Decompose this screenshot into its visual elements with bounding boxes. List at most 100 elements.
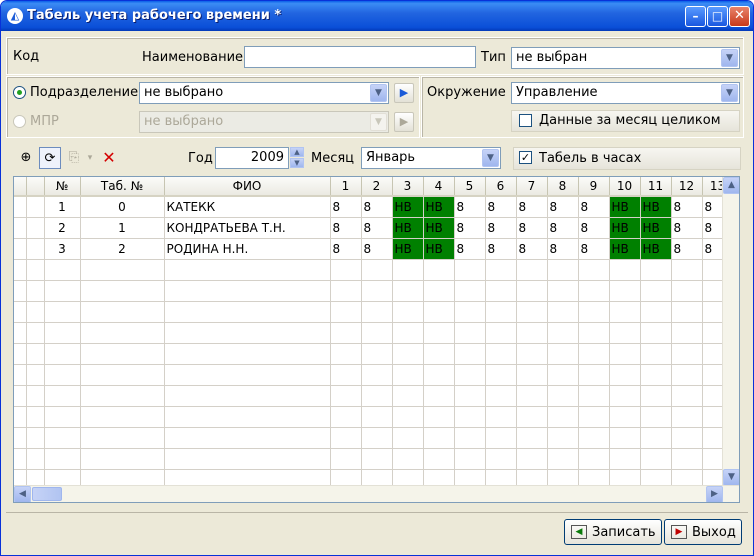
table-cell[interactable] [516,343,548,365]
table-row[interactable] [14,385,734,407]
table-cell[interactable]: 2 [80,238,165,260]
table-cell[interactable] [26,259,45,281]
maximize-button[interactable]: □ [707,6,728,27]
table-cell[interactable]: 8 [671,196,703,218]
table-cell[interactable]: НВ [423,238,455,260]
table-cell[interactable] [361,322,393,344]
table-cell[interactable]: 8 [330,217,362,239]
table-cell[interactable] [516,322,548,344]
table-cell[interactable] [44,343,81,365]
table-cell[interactable] [516,427,548,449]
table-cell[interactable] [547,280,579,302]
table-cell[interactable] [423,406,455,428]
table-cell[interactable] [578,301,610,323]
table-cell[interactable]: 1 [80,217,165,239]
table-cell[interactable]: НВ [423,196,455,218]
table-cell[interactable] [454,385,486,407]
table-cell[interactable] [392,343,424,365]
mpr-radio[interactable] [13,115,26,128]
table-cell[interactable] [578,280,610,302]
table-cell[interactable]: 8 [330,238,362,260]
table-cell[interactable]: НВ [640,196,672,218]
table-cell[interactable] [80,427,165,449]
table-cell[interactable] [361,280,393,302]
table-cell[interactable] [485,406,517,428]
table-cell[interactable] [423,427,455,449]
table-cell[interactable]: НВ [392,196,424,218]
table-cell[interactable] [547,448,579,470]
column-header[interactable]: 5 [454,177,486,197]
table-cell[interactable]: 8 [547,217,579,239]
table-cell[interactable] [80,364,165,386]
table-cell[interactable] [516,406,548,428]
table-row[interactable]: 1 0 КАТЕКК 8 8 НВ НВ 8 8 8 8 8 НВ НВ 8 8 [14,196,734,218]
table-cell[interactable]: 8 [516,217,548,239]
table-cell[interactable] [547,322,579,344]
table-cell[interactable] [640,301,672,323]
table-row[interactable] [14,448,734,470]
table-cell[interactable] [609,343,641,365]
table-cell[interactable] [164,406,331,428]
table-cell[interactable] [361,259,393,281]
hours-checkbox[interactable]: ✓ [519,151,532,164]
mpr-pick-button[interactable]: ▶ [394,112,414,132]
table-cell[interactable] [578,322,610,344]
table-cell[interactable] [578,343,610,365]
column-header[interactable]: ФИО [164,177,331,197]
month-select[interactable]: Январь ▼ [361,147,501,169]
table-cell[interactable] [14,448,27,470]
table-cell[interactable]: 8 [330,196,362,218]
table-cell[interactable] [392,364,424,386]
table-cell[interactable] [26,322,45,344]
table-cell[interactable] [454,301,486,323]
save-button[interactable]: ◀ Записать [564,519,662,545]
table-cell[interactable] [640,385,672,407]
minimize-button[interactable]: – [685,6,706,27]
table-cell[interactable] [609,406,641,428]
table-cell[interactable] [164,280,331,302]
table-cell[interactable] [423,448,455,470]
table-cell[interactable] [671,322,703,344]
table-cell[interactable]: НВ [609,238,641,260]
table-cell[interactable] [516,385,548,407]
table-cell[interactable] [164,448,331,470]
table-cell[interactable]: 8 [485,217,517,239]
table-cell[interactable]: 0 [80,196,165,218]
table-cell[interactable]: 8 [361,238,393,260]
table-cell[interactable] [164,301,331,323]
chevron-down-icon[interactable]: ▼ [721,84,738,102]
table-cell[interactable]: 8 [578,196,610,218]
table-row[interactable] [14,364,734,386]
table-cell[interactable] [26,385,45,407]
table-cell[interactable] [547,427,579,449]
table-cell[interactable] [609,364,641,386]
table-cell[interactable] [640,427,672,449]
column-header[interactable]: № [44,177,81,197]
table-cell[interactable]: НВ [609,196,641,218]
table-cell[interactable] [485,301,517,323]
table-cell[interactable] [26,427,45,449]
horizontal-scrollbar[interactable]: ◀ ▶ [14,485,739,502]
table-cell[interactable] [164,364,331,386]
table-cell[interactable] [640,364,672,386]
table-cell[interactable] [361,406,393,428]
table-cell[interactable]: КАТЕКК [164,196,331,218]
refresh-icon[interactable]: ⟳ [39,147,61,169]
table-cell[interactable] [44,280,81,302]
table-cell[interactable] [361,364,393,386]
chevron-down-icon[interactable]: ▼ [290,158,304,168]
timesheet-grid[interactable]: № Таб. № ФИО 1 2 3 4 5 6 7 8 9 10 11 12 13 1 0 КАТЕКК 8 8 НВ… [13,176,740,503]
table-cell[interactable]: 8 [516,238,548,260]
table-cell[interactable] [80,322,165,344]
table-cell[interactable] [423,301,455,323]
table-cell[interactable] [14,280,27,302]
table-cell[interactable]: НВ [640,217,672,239]
table-cell[interactable] [361,427,393,449]
table-cell[interactable] [26,280,45,302]
delete-icon[interactable]: ✕ [98,147,120,169]
column-header[interactable]: 11 [640,177,672,197]
table-cell[interactable] [26,343,45,365]
table-cell[interactable] [44,301,81,323]
table-cell[interactable] [392,259,424,281]
table-cell[interactable] [44,259,81,281]
